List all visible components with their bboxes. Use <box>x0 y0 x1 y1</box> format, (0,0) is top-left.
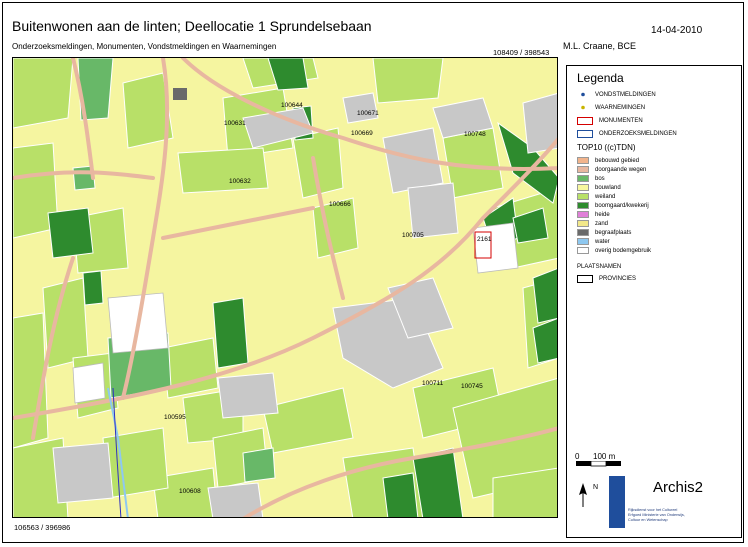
monument-swatch <box>577 116 593 125</box>
map-date: 14-04-2010 <box>651 25 703 36</box>
map-title: Buitenwonen aan de linten; Deellocatie 1… <box>12 18 372 34</box>
legend-top10-item: bos <box>577 174 605 183</box>
map-label: 100671 <box>357 110 379 117</box>
map-canvas[interactable]: 100644 100631 100671 100669 100748 10063… <box>12 57 558 518</box>
legend-swatch <box>577 166 589 173</box>
map-label: 100631 <box>224 120 246 127</box>
coord-bottom-left: 106563 / 396986 <box>14 523 71 532</box>
legend-top10-item: doorgaande wegen <box>577 165 646 174</box>
legend-symbol-onderzoek: ONDERZOEKSMELDINGEN <box>577 129 677 138</box>
map-subtitle: Onderzoeksmeldingen, Monumenten, Vondstm… <box>12 42 277 51</box>
map-label: 100748 <box>464 131 486 138</box>
legend-top10-item: water <box>577 237 610 246</box>
legend-swatch <box>577 220 589 227</box>
scale-zero: 0 <box>575 452 580 461</box>
legend-provincies: PROVINCIES <box>577 274 636 283</box>
map-svg <box>13 58 557 517</box>
map-label: 100644 <box>281 102 303 109</box>
legend-top10-item: bebouwd gebied <box>577 156 639 165</box>
legend-swatch <box>577 157 589 164</box>
onderzoek-swatch <box>577 129 593 138</box>
legend-swatch <box>577 229 589 236</box>
map-label: 100666 <box>329 201 351 208</box>
legend-top10-item: heide <box>577 210 610 219</box>
scale-bar <box>576 461 621 467</box>
legend-symbol-monument: MONUMENTEN <box>577 116 643 125</box>
legend-swatch <box>577 202 589 209</box>
legend-swatch <box>577 247 589 254</box>
map-label: 100632 <box>229 178 251 185</box>
legend-title: Legenda <box>577 71 624 85</box>
map-label: 100711 <box>422 380 444 387</box>
begraafplaats <box>173 88 187 100</box>
vondst-dot-icon <box>581 92 585 97</box>
map-label: 100595 <box>164 414 186 421</box>
legend-symbol-vondst: VONDSTMELDINGEN <box>577 90 656 99</box>
waarneming-dot-icon <box>581 105 585 110</box>
legend-top10-item: weiland <box>577 192 615 201</box>
legend-top10-item: zand <box>577 219 608 228</box>
rce-text: Rijksdienst voor het Cultureel Erfgoed M… <box>628 508 685 522</box>
legend-top10-item: begraafplaats <box>577 228 631 237</box>
map-label: 100705 <box>402 232 424 239</box>
legend-top10-item: bouwland <box>577 183 621 192</box>
legend-swatch <box>577 184 589 191</box>
provincies-swatch <box>577 274 593 283</box>
legend-top10-item: boomgaard/kwekerij <box>577 201 649 210</box>
legend-swatch <box>577 238 589 245</box>
coord-top-right: 108409 / 398543 <box>493 48 550 57</box>
legend-swatch <box>577 175 589 182</box>
legend-top10-item: overig bodemgebruik <box>577 246 651 255</box>
map-label: 100608 <box>179 488 201 495</box>
map-label: 100669 <box>351 130 373 137</box>
map-label: 2161 <box>477 236 492 243</box>
top10-title: TOP10 ((c)TDN) <box>577 143 636 152</box>
legend-symbol-waarneming: WAARNEMINGEN <box>577 103 645 112</box>
legend-plaatsnamen: PLAATSNAMEN <box>577 263 622 270</box>
map-author: M.L. Craane, BCE <box>563 41 637 51</box>
legend-swatch <box>577 211 589 218</box>
archis-label: Archis2 <box>653 479 704 496</box>
rijksoverheid-logo <box>609 476 625 528</box>
legend-swatch <box>577 193 589 200</box>
legend-panel: Legenda VONDSTMELDINGEN WAARNEMINGEN MON… <box>566 65 742 538</box>
map-label: 100745 <box>461 383 483 390</box>
north-label: N <box>593 484 599 491</box>
scale-label: 100 m <box>593 452 616 461</box>
